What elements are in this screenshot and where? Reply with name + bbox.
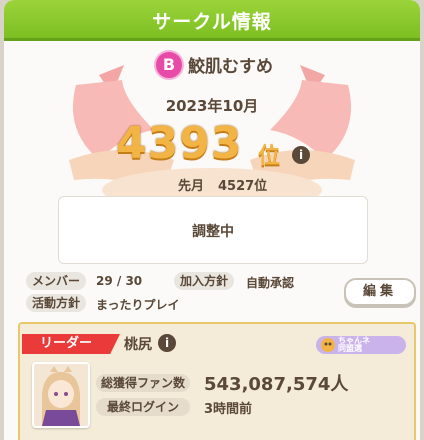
leader-avatar bbox=[32, 362, 90, 428]
circle-description-box: 調整中 bbox=[58, 196, 368, 264]
ranking-month: 2023年10月 bbox=[165, 97, 259, 115]
leader-tag: リーダー bbox=[22, 334, 120, 354]
rank-info-icon[interactable]: i bbox=[292, 146, 310, 164]
team-chip[interactable]: ちゃんネ 同盟選 bbox=[316, 336, 406, 354]
previous-month-rank: 4527位 bbox=[218, 179, 268, 194]
edit-button[interactable]: 編集 bbox=[344, 278, 416, 306]
circle-rank-suffix: 位 bbox=[258, 144, 281, 169]
activity-policy-label: 活動方針 bbox=[26, 294, 87, 312]
join-policy-value: 自動承認 bbox=[246, 276, 295, 290]
leader-info-icon[interactable]: i bbox=[158, 334, 176, 352]
join-policy-label: 加入方針 bbox=[174, 272, 235, 290]
window-title: サークル情報 bbox=[152, 11, 272, 33]
circle-description: 調整中 bbox=[192, 224, 234, 240]
circle-info-panel: サークル情報 B 鮫肌むすめ 2023年10月 4393 位 i 先月 4527… bbox=[4, 0, 420, 440]
circle-rank-badge: B bbox=[154, 50, 184, 80]
members-label: メンバー bbox=[26, 272, 87, 290]
team-chip-text: ちゃんネ 同盟選 bbox=[338, 337, 370, 353]
title-bar: サークル情報 bbox=[4, 0, 420, 41]
total-fans-value: 543,087,574人 bbox=[204, 374, 349, 395]
circle-rank: 4393 bbox=[116, 118, 243, 169]
previous-month-label: 先月 bbox=[178, 179, 205, 194]
last-login-value: 3時間前 bbox=[204, 402, 253, 417]
last-login-label: 最終ログイン bbox=[96, 398, 190, 416]
total-fans-label: 総獲得ファン数 bbox=[96, 374, 190, 392]
members-value: 29 / 30 bbox=[96, 274, 143, 288]
team-chip-icon bbox=[321, 338, 335, 352]
activity-policy-value: まったりプレイ bbox=[96, 298, 180, 312]
team-chip-line2: 同盟選 bbox=[338, 344, 362, 353]
leader-name: 桃尻 bbox=[124, 337, 152, 353]
circle-name: 鮫肌むすめ bbox=[188, 57, 273, 77]
character-portrait-icon bbox=[34, 364, 88, 426]
